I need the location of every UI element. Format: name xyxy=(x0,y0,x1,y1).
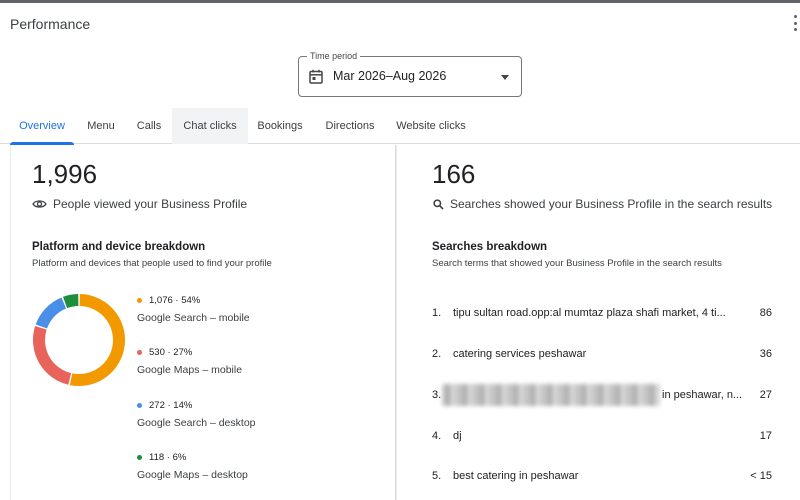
profile-views-subtitle: People viewed your Business Profile xyxy=(32,197,247,211)
legend-label: Google Maps – desktop xyxy=(137,469,248,481)
profile-views-total: 1,996 xyxy=(32,159,98,189)
search-rank: 1. xyxy=(432,307,442,319)
legend-google-maps-desktop: 118 · 6% Google Maps – desktop xyxy=(137,452,337,481)
search-count: 17 xyxy=(759,430,772,442)
legend-stat: 272 · 14% xyxy=(149,400,193,411)
search-appearances-card: 166 Searches showed your Business Profil… xyxy=(396,145,800,500)
legend-label: Google Maps – mobile xyxy=(137,364,243,376)
search-rank: 4. xyxy=(432,430,442,442)
legend-stat: 530 · 27% xyxy=(149,347,193,358)
dropdown-arrow-icon xyxy=(501,75,509,80)
tab-directions[interactable]: Directions xyxy=(318,108,382,144)
search-term: best catering in peshawar xyxy=(453,470,579,482)
search-term-row: 3. in peshawar, n... 27 xyxy=(432,384,772,406)
search-count: 36 xyxy=(759,348,772,360)
search-appearances-subtitle-text: Searches showed your Business Profile in… xyxy=(450,197,773,211)
legend-dot xyxy=(137,455,142,460)
time-period-select[interactable]: Time period Mar 2026–Aug 2026 xyxy=(298,49,522,97)
platform-breakdown-desc: Platform and devices that people used to… xyxy=(32,258,272,269)
legend-google-search-mobile: 1,076 · 54% Google Search – mobile xyxy=(137,295,337,324)
donut-slice-1 xyxy=(33,326,72,385)
platform-donut-chart xyxy=(33,294,125,386)
top-border xyxy=(0,0,800,3)
tab-menu[interactable]: Menu xyxy=(80,108,122,144)
tab-overview[interactable]: Overview xyxy=(10,108,74,145)
tab-website-clicks[interactable]: Website clicks xyxy=(390,108,472,144)
donut-slice-3 xyxy=(62,294,79,309)
legend-dot xyxy=(137,298,142,303)
search-appearances-subtitle: Searches showed your Business Profile in… xyxy=(433,197,772,211)
search-term: in peshawar, n... xyxy=(662,389,743,401)
search-count: 86 xyxy=(759,307,772,319)
legend-dot xyxy=(137,350,142,355)
search-term: catering services peshawar xyxy=(453,348,587,360)
platform-breakdown-title: Platform and device breakdown xyxy=(32,241,206,253)
eye-icon xyxy=(32,200,47,208)
donut-slice-0 xyxy=(69,294,125,386)
search-rank: 3. xyxy=(432,389,442,401)
search-rank: 5. xyxy=(432,470,442,482)
profile-views-card: 1,996 People viewed your Business Profil… xyxy=(10,145,396,500)
searches-breakdown-desc: Search terms that showed your Business P… xyxy=(432,258,722,269)
search-term: tipu sultan road.opp:al mumtaz plaza sha… xyxy=(453,307,726,319)
search-count: 27 xyxy=(759,389,772,401)
search-term-row: 5. best catering in peshawar < 15 xyxy=(432,470,772,486)
legend-label: Google Search – desktop xyxy=(137,417,256,429)
tab-bookings[interactable]: Bookings xyxy=(252,108,308,144)
search-term-row: 2. catering services peshawar 36 xyxy=(432,348,772,364)
search-term-row: 4. dj 17 xyxy=(432,430,772,446)
tab-chat-clicks[interactable]: Chat clicks xyxy=(172,108,248,144)
search-icon xyxy=(433,198,444,210)
legend-google-search-desktop: 272 · 14% Google Search – desktop xyxy=(137,400,337,429)
search-count: < 15 xyxy=(750,470,772,482)
more-options-icon[interactable] xyxy=(792,15,798,31)
page-title: Performance xyxy=(10,16,91,32)
legend-google-maps-mobile: 530 · 27% Google Maps – mobile xyxy=(137,347,337,376)
profile-views-subtitle-text: People viewed your Business Profile xyxy=(53,197,248,211)
tab-calls[interactable]: Calls xyxy=(128,108,170,144)
legend-label: Google Search – mobile xyxy=(137,312,250,324)
search-rank: 2. xyxy=(432,348,442,360)
redacted-blur xyxy=(442,384,660,406)
searches-breakdown-title: Searches breakdown xyxy=(432,241,548,253)
calendar-icon xyxy=(309,69,323,84)
time-period-value: Mar 2026–Aug 2026 xyxy=(333,69,447,83)
tab-bar: Overview Menu Calls Chat clicks Bookings… xyxy=(0,108,800,145)
legend-stat: 1,076 · 54% xyxy=(149,295,201,306)
donut-slice-2 xyxy=(35,297,67,329)
search-term: dj xyxy=(453,430,462,442)
legend-stat: 118 · 6% xyxy=(149,452,187,463)
search-appearances-total: 166 xyxy=(432,159,476,189)
search-term-row: 1. tipu sultan road.opp:al mumtaz plaza … xyxy=(432,307,772,323)
time-period-label: Time period xyxy=(307,49,361,63)
legend-dot xyxy=(137,403,142,408)
